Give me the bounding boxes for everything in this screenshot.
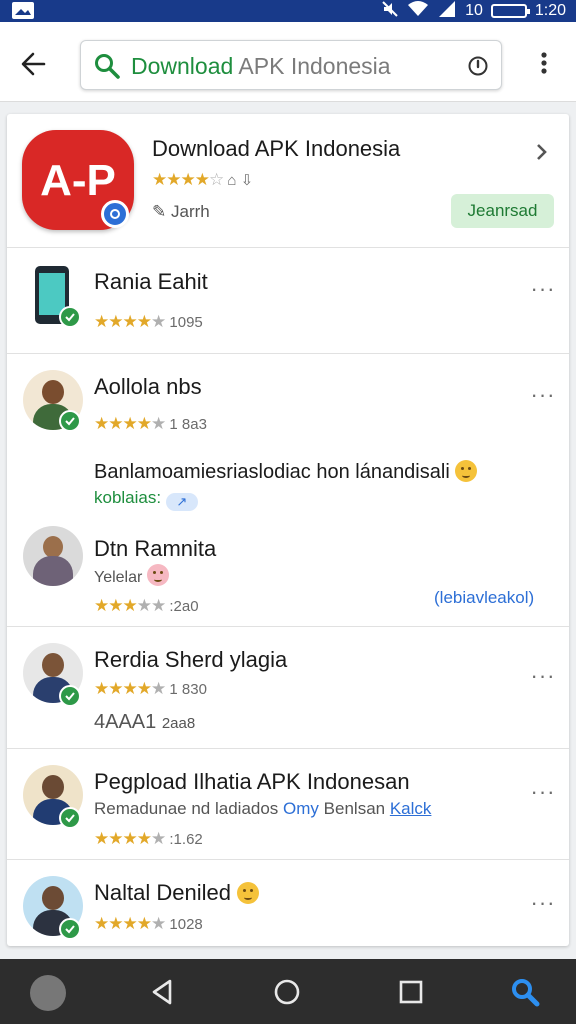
developer-line: ✎ Jarrh (152, 202, 210, 222)
item-rating: ★★★★★ 1 8a3 (94, 414, 207, 433)
rating-count: 1 8a3 (169, 416, 207, 433)
top-app-row[interactable]: A-P Download APK Indonesia ★★★★☆ ⌂ ⇩ ✎ J… (7, 114, 569, 248)
overflow-menu-button[interactable] (532, 48, 556, 78)
more-options-icon[interactable]: ··· (528, 384, 558, 410)
list-item-subline: koblaias: ↗ (7, 488, 569, 520)
verified-badge-icon (59, 685, 81, 707)
item-title: Naltal Deniled (94, 880, 260, 906)
item-extra: 4AAA1 2aa8 (94, 711, 195, 734)
item-rating: ★★★★★ 1 830 (94, 679, 207, 698)
item-title: Aollola nbs (94, 374, 202, 399)
app-badge-icon (101, 200, 129, 228)
search-suggestion-text: APK Indonesia (233, 53, 391, 79)
more-options-icon[interactable]: ··· (528, 892, 558, 918)
item-subtitle-link[interactable]: Kalck (390, 799, 432, 818)
install-button[interactable]: Jeanrsad (451, 194, 554, 228)
share-pill-icon[interactable]: ↗ (165, 493, 198, 511)
item-subtitle-highlight: Omy (283, 799, 319, 818)
rating-count: :2a0 (169, 598, 199, 615)
item-subtitle-rest: Benlsan (323, 799, 386, 818)
back-button[interactable] (16, 44, 56, 84)
item-subtitle-text: Remadunae nd ladiados (94, 799, 279, 818)
search-icon (95, 54, 120, 79)
item-subtitle: Yelelar (94, 564, 169, 587)
search-header: Download APK Indonesia (0, 22, 576, 102)
search-query: Download APK Indonesia (131, 53, 391, 80)
app-rating: ★★★★☆ ⌂ ⇩ (152, 170, 253, 190)
item-action-link[interactable]: (lebiavleakol) (434, 588, 534, 608)
list-item[interactable]: Naltal Deniled ★★★★★ 1028 ··· (7, 860, 569, 946)
list-item[interactable]: Aollola nbs ★★★★★ 1 8a3 ··· Banlamoamies… (7, 354, 569, 488)
rating-stars: ★★★★☆ (152, 170, 224, 189)
item-extra-text: 4AAA1 (94, 711, 157, 733)
profile-avatar-icon[interactable] (30, 975, 66, 1011)
clear-search-icon[interactable] (467, 55, 489, 77)
item-title: Dtn Ramnita (94, 536, 217, 561)
list-item[interactable]: Rerdia Sherd ylagia ★★★★★ 1 830 4AAA1 2a… (7, 627, 569, 749)
more-options-icon[interactable]: ··· (528, 665, 558, 691)
back-arrow-icon (21, 52, 46, 76)
developer-name: Jarrh (170, 202, 210, 221)
smile-emoji-icon (455, 460, 478, 482)
item-title: Rania Eahit (94, 269, 208, 294)
list-item[interactable]: Pegpload Ilhatia APK Indonesan Remadunae… (7, 749, 569, 860)
more-options-icon[interactable]: ··· (528, 781, 558, 807)
navigation-bar (0, 959, 576, 1024)
verified-badge-icon (59, 306, 81, 328)
lock-icon: ⌂ ⇩ (227, 172, 254, 189)
item-6-title: Naltal Deniled (94, 880, 231, 905)
app-logo-text: A-P (40, 156, 116, 205)
pencil-icon: ✎ (152, 202, 167, 221)
item-subtitle: Remadunae nd ladiados Omy Benlsan Kalck (94, 799, 431, 819)
avatar (23, 526, 83, 586)
list-item[interactable]: Rania Eahit ★★★★★ 1095 ··· (7, 248, 569, 354)
item-link[interactable]: koblaias: (94, 488, 161, 507)
rating-count: 1095 (169, 314, 203, 331)
item-extra-count: 2aa8 (161, 715, 196, 732)
search-input[interactable]: Download APK Indonesia (80, 40, 502, 90)
nav-home-icon[interactable] (270, 975, 304, 1009)
more-options-icon[interactable]: ··· (528, 278, 558, 304)
battery-icon (490, 4, 530, 18)
chevron-right-icon[interactable] (535, 142, 549, 162)
nav-recents-icon[interactable] (394, 975, 428, 1009)
item-title: Rerdia Sherd ylagia (94, 647, 288, 672)
app-title: Download APK Indonesia (152, 136, 401, 161)
results-card: A-P Download APK Indonesia ★★★★☆ ⌂ ⇩ ✎ J… (7, 114, 569, 946)
item-subtitle-text: Yelelar (94, 569, 143, 586)
item-rating: ★★★★★ :1.62 (94, 829, 203, 848)
nav-search-icon[interactable] (508, 975, 542, 1009)
list-item[interactable]: Dtn Ramnita Yelelar ★★★★★ :2a0 (lebiavle… (7, 520, 569, 627)
item-rating: ★★★★★ 1095 (94, 312, 203, 331)
search-typed-text: Download (131, 53, 234, 79)
nav-back-icon[interactable] (146, 975, 180, 1009)
mute-icon (381, 0, 399, 23)
image-notification-icon (12, 2, 34, 19)
rating-count: 1028 (169, 916, 203, 933)
verified-badge-icon (59, 918, 81, 940)
smile-emoji-icon (237, 882, 260, 904)
item-rating: ★★★★★ 1028 (94, 914, 203, 933)
item-rating: ★★★★★ :2a0 (94, 596, 199, 615)
more-vert-icon (541, 52, 547, 74)
item-title: Pegpload Ilhatia APK Indonesan (94, 769, 410, 794)
battery-text: 10 (465, 2, 483, 19)
item-2-title: Banlamoamiesriaslodiac hon lánandisali (94, 461, 450, 483)
status-bar: 10 1:20 (0, 0, 576, 22)
item-link-line: koblaias: ↗ (94, 488, 198, 511)
verified-badge-icon (59, 410, 81, 432)
wifi-icon (407, 0, 429, 23)
rating-count: :1.62 (169, 831, 203, 848)
blush-emoji-icon (146, 564, 169, 586)
clock: 1:20 (534, 2, 566, 19)
item-title: Banlamoamiesriaslodiac hon lánandisali (94, 460, 478, 484)
rating-count: 1 830 (169, 681, 207, 698)
verified-badge-icon (59, 807, 81, 829)
signal-icon (437, 0, 457, 23)
